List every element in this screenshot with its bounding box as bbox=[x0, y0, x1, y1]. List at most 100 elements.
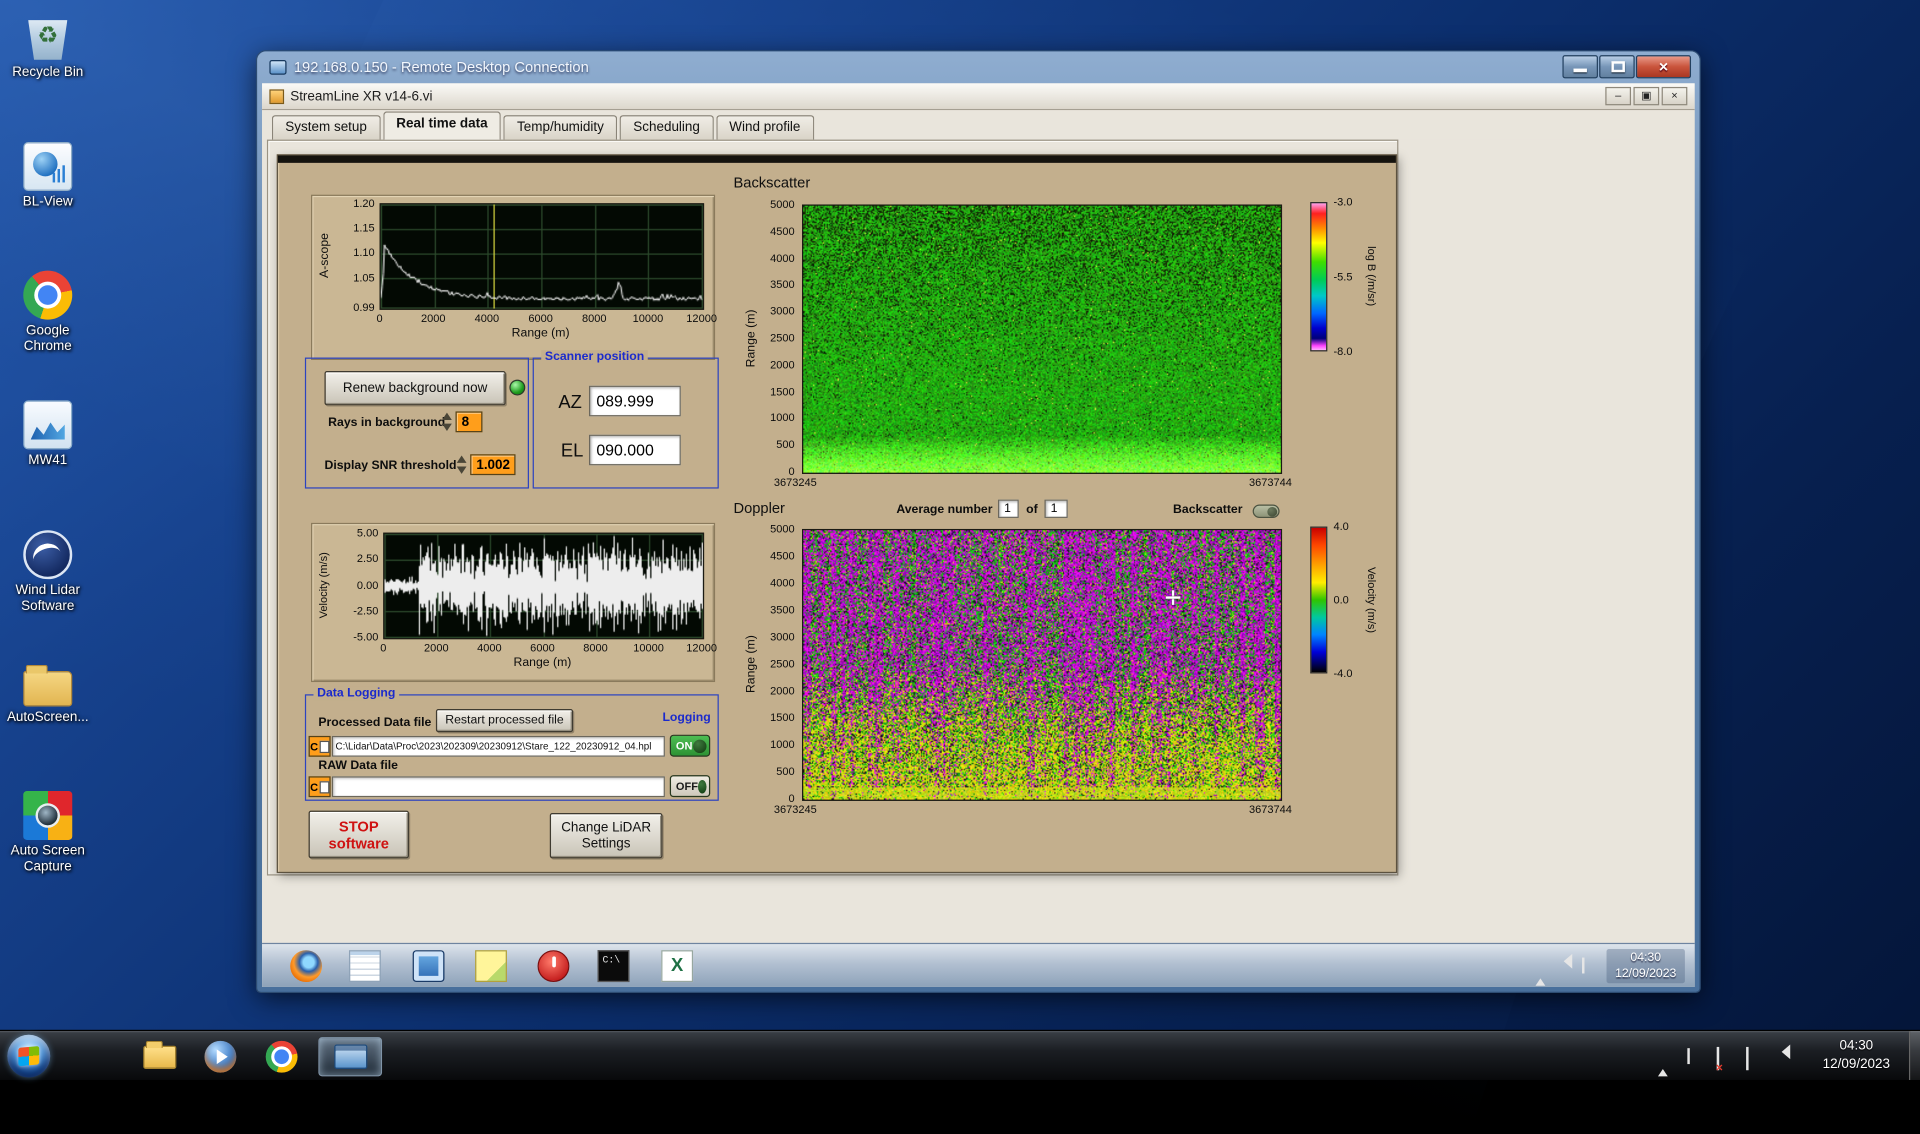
renew-background-button[interactable]: Renew background now bbox=[324, 371, 506, 406]
tick-label: 8000 bbox=[582, 312, 607, 325]
average-number-field[interactable]: 1 bbox=[997, 499, 1019, 518]
tick-label: 4000 bbox=[474, 312, 500, 325]
tray-flag-icon[interactable] bbox=[1687, 1048, 1704, 1065]
remote-tray-flag-icon[interactable] bbox=[1582, 958, 1597, 973]
tab-scheduling[interactable]: Scheduling bbox=[619, 115, 714, 140]
taskbar-ie-button[interactable] bbox=[71, 1037, 125, 1076]
start-button[interactable] bbox=[7, 1034, 51, 1078]
processed-path-field[interactable]: C:\Lidar\Data\Proc\2023\202309\20230912\… bbox=[331, 735, 665, 757]
processed-drive-selector[interactable]: C bbox=[308, 735, 331, 757]
tab-strip: System setup Real time data Temp/humidity S… bbox=[262, 110, 1695, 140]
tray-volume-icon[interactable] bbox=[1776, 1048, 1793, 1065]
tick-label: 4000 bbox=[770, 576, 795, 589]
backscatter-heatmap bbox=[802, 204, 1283, 474]
desktop: Recycle Bin BL-View Google Chrome MW41 Wind … bbox=[0, 0, 1920, 1134]
taskbar-rdp-button[interactable] bbox=[318, 1037, 383, 1077]
tick-label: -2.50 bbox=[353, 604, 379, 617]
tick-label: 3000 bbox=[770, 305, 795, 318]
app-close-button[interactable]: × bbox=[1661, 86, 1688, 106]
desktop-icon-mw41[interactable]: MW41 bbox=[2, 400, 93, 469]
notepad-icon[interactable] bbox=[348, 950, 381, 983]
cmd-icon[interactable] bbox=[597, 950, 630, 983]
raw-path-field[interactable] bbox=[331, 776, 665, 798]
tray-arrow-icon[interactable] bbox=[1657, 1048, 1675, 1077]
raw-drive-selector[interactable]: C bbox=[308, 776, 331, 798]
backscatter-y-ticks: 5000 4500 4000 3500 3000 2500 2000 1500 1000 500 0 bbox=[760, 198, 797, 477]
velocity-x-axis-label: Range (m) bbox=[513, 656, 572, 670]
tick-label: -3.0 bbox=[1333, 195, 1353, 209]
desktop-icon-wind-lidar[interactable]: Wind Lidar Software bbox=[2, 530, 93, 614]
taskbar: 04:30 12/09/2023 bbox=[0, 1029, 1920, 1080]
desktop-icon-bl-view[interactable]: BL-View bbox=[2, 142, 93, 211]
backscatter-title: Backscatter bbox=[733, 173, 811, 192]
ascope-x-axis-label: Range (m) bbox=[511, 326, 570, 341]
change-lidar-settings-button[interactable]: Change LiDAR Settings bbox=[549, 813, 663, 859]
of-label: of bbox=[1026, 503, 1038, 517]
excel-icon[interactable] bbox=[661, 950, 694, 983]
average-count-field[interactable]: 1 bbox=[1044, 499, 1068, 518]
processed-logging-toggle[interactable]: ON bbox=[669, 734, 711, 757]
taskbar-clock[interactable]: 04:30 12/09/2023 bbox=[1810, 1037, 1903, 1074]
remote-clock-time: 04:30 bbox=[1630, 951, 1662, 965]
velocity-plot bbox=[383, 532, 705, 640]
desktop-icon-autoscreen[interactable]: AutoScreen... bbox=[2, 662, 93, 726]
rays-spinner[interactable] bbox=[441, 411, 453, 432]
backscatter-colorbar bbox=[1310, 202, 1328, 352]
app-minimize-button[interactable]: – bbox=[1605, 86, 1632, 106]
tray-network-icon[interactable] bbox=[1716, 1046, 1734, 1071]
scanner-position-group: Scanner position AZ 089.999 EL 090.000 bbox=[532, 350, 719, 489]
app-restore-button[interactable]: ▣ bbox=[1633, 86, 1660, 106]
show-desktop-button[interactable] bbox=[1908, 1031, 1920, 1080]
settings-line2: Settings bbox=[581, 835, 631, 851]
tab-real-time-data[interactable]: Real time data bbox=[382, 111, 502, 140]
backscatter-colorbar-ticks: -3.0 -5.5 -8.0 bbox=[1331, 196, 1363, 358]
desktop-icon-label: Recycle Bin bbox=[12, 64, 84, 80]
tick-label: 8000 bbox=[583, 641, 608, 654]
desktop-icon-chrome[interactable]: Google Chrome bbox=[2, 270, 93, 355]
tab-wind-profile[interactable]: Wind profile bbox=[715, 115, 814, 140]
tick-label: 0.99 bbox=[353, 301, 375, 314]
tab-temp-humidity[interactable]: Temp/humidity bbox=[503, 115, 618, 140]
desktop-icon-auto-screen-capture[interactable]: Auto Screen Capture bbox=[2, 791, 93, 875]
power-icon[interactable] bbox=[537, 950, 570, 983]
monitor-icon[interactable] bbox=[412, 950, 445, 983]
tray-display-icon[interactable] bbox=[1746, 1046, 1763, 1071]
renew-background-led[interactable] bbox=[509, 379, 526, 396]
snr-spinner[interactable] bbox=[456, 454, 468, 475]
ascope-y-axis-label: A-scope bbox=[318, 232, 332, 278]
scanner-position-title: Scanner position bbox=[541, 350, 648, 364]
restart-processed-file-button[interactable]: Restart processed file bbox=[435, 708, 574, 733]
backscatter-toggle[interactable] bbox=[1252, 504, 1280, 518]
app-titlebar[interactable]: StreamLine XR v14-6.vi – ▣ × bbox=[262, 83, 1695, 111]
tick-label: 500 bbox=[776, 438, 795, 451]
snr-value-field[interactable]: 1.002 bbox=[470, 454, 516, 476]
stop-software-button[interactable]: STOP software bbox=[308, 810, 409, 859]
az-value-field[interactable]: 089.999 bbox=[588, 385, 681, 417]
el-value-field[interactable]: 090.000 bbox=[588, 434, 681, 466]
maximize-button[interactable] bbox=[1599, 55, 1635, 79]
firefox-icon[interactable] bbox=[290, 950, 323, 983]
taskbar-explorer-button[interactable] bbox=[132, 1037, 186, 1076]
ascope-plot bbox=[379, 203, 705, 310]
tick-label: 4.0 bbox=[1333, 520, 1349, 533]
remote-tray-volume-icon[interactable] bbox=[1558, 958, 1573, 973]
remote-clock[interactable]: 04:30 12/09/2023 bbox=[1606, 948, 1685, 984]
chrome-icon bbox=[265, 1040, 298, 1073]
tick-label: 1000 bbox=[770, 738, 795, 751]
recycle-bin-icon bbox=[28, 20, 68, 60]
backscatter-toggle-label: Backscatter bbox=[1173, 503, 1243, 517]
taskbar-wmp-button[interactable] bbox=[193, 1037, 247, 1076]
remote-tray-arrow-icon[interactable] bbox=[1535, 957, 1551, 986]
raw-logging-toggle[interactable]: OFF bbox=[669, 775, 711, 798]
taskbar-chrome-button[interactable] bbox=[255, 1037, 309, 1076]
app-window-controls: – ▣ × bbox=[1605, 86, 1688, 106]
desktop-icon-recycle-bin[interactable]: Recycle Bin bbox=[2, 12, 93, 81]
minimize-button[interactable] bbox=[1562, 55, 1598, 79]
tab-system-setup[interactable]: System setup bbox=[271, 115, 381, 140]
vi-icon bbox=[269, 88, 285, 104]
close-button[interactable]: × bbox=[1635, 55, 1692, 79]
rays-value-field[interactable]: 8 bbox=[455, 411, 483, 433]
rdp-titlebar[interactable]: 192.168.0.150 - Remote Desktop Connectio… bbox=[257, 51, 1699, 83]
notes-icon[interactable] bbox=[475, 950, 507, 983]
velocity-y-ticks: 5.00 2.50 0.00 -2.50 -5.00 bbox=[337, 527, 381, 643]
